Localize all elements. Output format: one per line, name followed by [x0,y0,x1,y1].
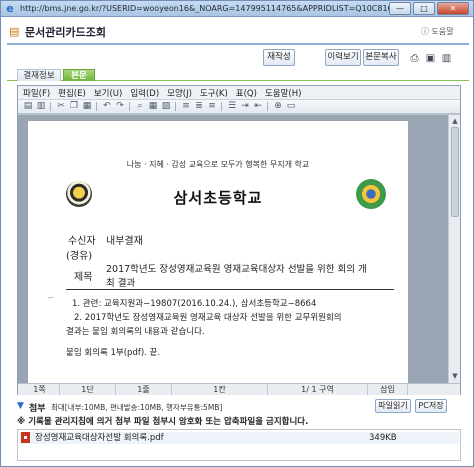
menu-insert[interactable]: 입력(D) [130,87,159,99]
toolbar-separator [221,102,222,111]
header-divider [7,43,469,45]
maximize-button[interactable]: □ [413,2,435,15]
copy-icon[interactable]: ❐ [68,101,80,112]
subject-label: 제목 [74,272,93,283]
tab-approval-info[interactable]: 결재정보 [17,69,61,81]
tab-body[interactable]: 본문 [63,69,95,81]
indent-icon[interactable]: ⇥ [239,101,251,112]
menu-tools[interactable]: 도구(K) [200,87,228,99]
internet-explorer-icon: e [6,1,14,15]
editor-menu-bar: 파일(F) 편집(E) 보기(U) 입력(D) 모양(J) 도구(K) 표(Q)… [18,86,460,100]
recipient-value: 내부결재 [106,236,143,247]
scrollbar-thumb[interactable] [451,127,459,217]
via-label: (경유) [66,251,93,262]
cursor-marker: ⌐ [48,294,54,302]
copy-body-button[interactable]: 본문복사 [363,49,399,66]
status-insert-mode: 삽입 [368,384,408,395]
subject-divider [66,289,394,290]
attachment-file-name: 장성영재교육대상자선발 회의록.pdf [35,433,164,443]
attachment-row[interactable]: ▪ 장성영재교육대상자선발 회의록.pdf 349KB [19,432,459,444]
help-link-label: 도움말 [431,27,454,36]
outdent-icon[interactable]: ⇤ [252,101,264,112]
window-title-url: http://bms.jne.go.kr/?USERID=wooyeon16&_… [20,4,400,13]
body-item-1: 1. 관련: 교육지원과−19807(2016.10.24.), 삼서초등학교−… [72,299,317,309]
menu-table[interactable]: 표(Q) [236,87,257,99]
file-read-button[interactable]: 파일읽기 [375,399,411,413]
menu-view[interactable]: 보기(U) [94,87,123,99]
help-icon: ⓘ [421,27,429,36]
image-icon[interactable]: ▨ [160,101,172,112]
toolbar-separator [129,102,130,111]
scroll-down-icon[interactable]: ▼ [450,371,460,381]
table-icon[interactable]: ▦ [147,101,159,112]
menu-edit[interactable]: 편집(E) [58,87,86,99]
attachment-header: ▼ 첨부 최대[내부:10MB, 편내발송:10MB, 행자부유통:5MB] 파… [17,399,461,414]
rewrite-button[interactable]: 재작성 [263,49,295,66]
page-title: 문서관리카드조회 [25,26,106,39]
page-header: ▤ 문서관리카드조회 ⓘ 도움말 [1,18,473,46]
attachment-line: 붙임 회의록 1부(pdf). 끝. [66,348,161,358]
status-section: 1단 [60,384,116,395]
editor-status-bar: 1쪽 1단 1줄 1칸 1/ 1 구역 삽입 [18,383,460,395]
print-icon[interactable]: ⎙ [407,51,422,66]
undo-icon[interactable]: ↶ [101,101,113,112]
toolbar-separator [267,102,268,111]
status-line: 1줄 [116,384,172,395]
toolbar-separator [175,102,176,111]
body-item-2-line-2: 결과는 붙임 회의록의 내용과 같습니다. [66,327,205,337]
save-icon[interactable]: ▣ [423,51,438,66]
attachment-notice: ※ 기록물 관리지침에 의거 첨부 파일 첨부시 암호화 또는 압축파일을 금지… [17,417,309,427]
attachment-list: ▪ 장성영재교육대상자선발 회의록.pdf 349KB [17,429,461,461]
arrow-down-icon: ▼ [17,401,24,411]
school-name: 삼서초등학교 [173,189,263,207]
redo-icon[interactable]: ↷ [114,101,126,112]
find-icon[interactable]: ⌕ [134,101,146,112]
history-button[interactable]: 이력보기 [325,49,361,66]
subject-line-1: 2017학년도 장성영재교육원 영재교육대상자 선발을 위한 회의 개 [106,264,367,275]
align-center-icon[interactable]: ≣ [193,101,205,112]
attachment-label: 첨부 [29,404,46,414]
browser-window: e http://bms.jne.go.kr/?USERID=wooyeon16… [0,0,474,467]
vertical-scrollbar[interactable]: ▲ ▼ [448,115,460,383]
help-link[interactable]: ⓘ 도움말 [421,26,454,37]
scroll-up-icon[interactable]: ▲ [450,116,460,126]
align-right-icon[interactable]: ≡ [206,101,218,112]
menu-file[interactable]: 파일(F) [23,87,50,99]
print-icon[interactable]: ▥ [35,101,47,112]
bullet-list-icon[interactable]: ☰ [226,101,238,112]
pc-save-button[interactable]: PC저장 [415,399,447,413]
toolbar-separator [50,102,51,111]
zoom-icon[interactable]: ⊕ [272,101,284,112]
close-window-button[interactable]: ✕ [437,2,469,15]
body-item-2-line-1: 2. 2017학년도 장성영재교육원 영재교육 대상자 선발을 위한 교무위원회… [74,313,342,323]
status-pages: 1/ 1 구역 [268,384,368,395]
subject-line-2: 최 결과 [106,278,136,289]
attachment-size-limit: 최대[내부:10MB, 편내발송:10MB, 행자부유통:5MB] [51,403,223,412]
attachment-file-size: 349KB [369,433,397,443]
editor-toolbar: ▤ ▥ ✂ ❐ ▦ ↶ ↷ ⌕ ▦ ▨ ≡ ≣ ≡ ☰ ⇥ ⇤ ⊕ ▭ [18,100,460,114]
pdf-file-icon: ▪ [21,432,30,443]
page-view-icon[interactable]: ▭ [285,101,297,112]
school-slogan: 나눔 · 지혜 · 감성 교육으로 모두가 행복한 무지개 학교 [126,160,310,169]
export-pdf-icon[interactable]: ▥ [439,51,454,66]
recipient-label: 수신자 [68,236,96,247]
document-editor: 파일(F) 편집(E) 보기(U) 입력(D) 모양(J) 도구(K) 표(Q)… [17,85,461,395]
school-emblem-right [356,179,386,209]
align-left-icon[interactable]: ≡ [180,101,192,112]
cut-icon[interactable]: ✂ [55,101,67,112]
minimize-button[interactable]: — [389,2,411,15]
status-column: 1칸 [172,384,268,395]
menu-format[interactable]: 모양(J) [167,87,192,99]
document-page: 나눔 · 지혜 · 감성 교육으로 모두가 행복한 무지개 학교 삼서초등학교 … [28,121,408,383]
menu-help[interactable]: 도움말(H) [265,87,301,99]
status-page: 1쪽 [20,384,60,395]
save-icon[interactable]: ▤ [22,101,34,112]
paste-icon[interactable]: ▦ [81,101,93,112]
toolbar-separator [96,102,97,111]
document-card-icon: ▤ [9,25,20,38]
document-viewport: 나눔 · 지혜 · 감성 교육으로 모두가 행복한 무지개 학교 삼서초등학교 … [18,115,460,383]
